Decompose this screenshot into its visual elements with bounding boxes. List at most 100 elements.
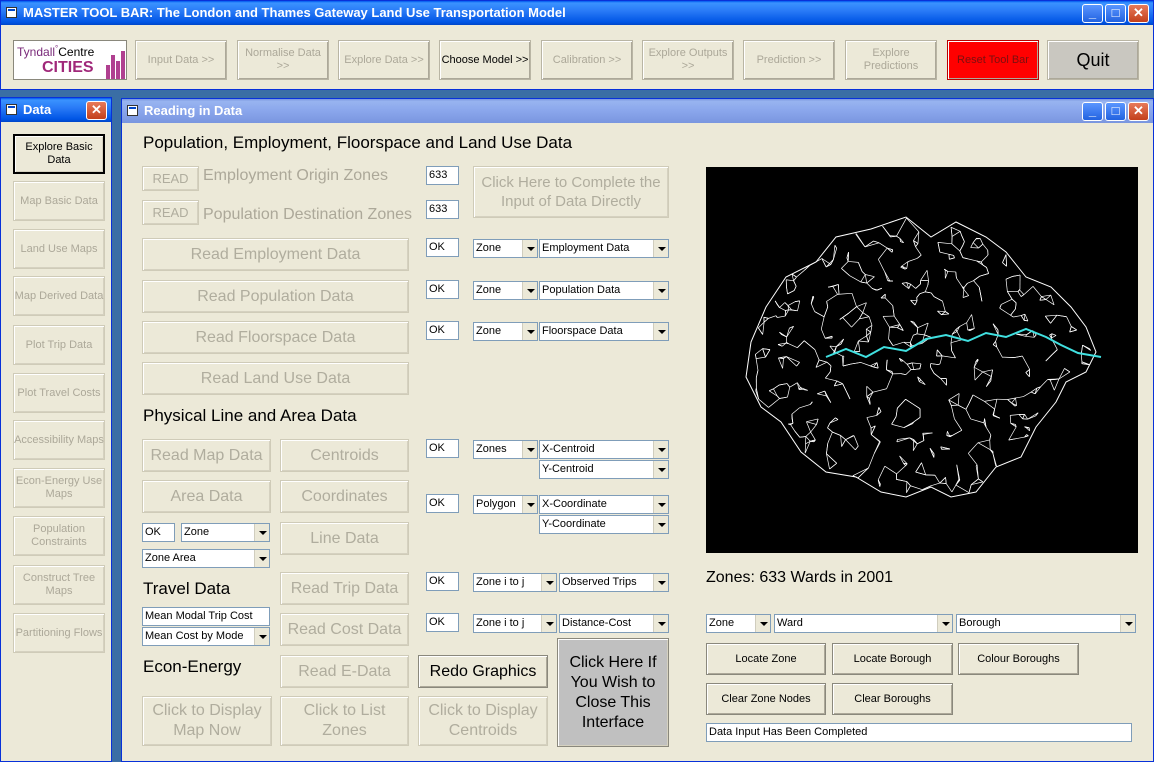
map-zone-select[interactable]: Zone (706, 614, 771, 633)
chevron-down-icon[interactable] (653, 496, 668, 513)
map-basic-data-button[interactable]: Map Basic Data (13, 181, 105, 221)
quit-button[interactable]: Quit (1047, 40, 1139, 80)
chevron-down-icon[interactable] (755, 615, 770, 632)
accessibility-maps-button[interactable]: Accessibility Maps (13, 420, 105, 460)
chevron-down-icon[interactable] (653, 574, 668, 591)
partitioning-flows-button[interactable]: Partitioning Flows (13, 613, 105, 653)
list-zones-button[interactable]: Click to List Zones (280, 696, 409, 746)
chevron-down-icon[interactable] (653, 282, 668, 299)
chevron-down-icon[interactable] (254, 628, 269, 645)
polygon-select[interactable]: Polygon (473, 495, 538, 514)
data-titlebar[interactable]: Data ✕ (1, 98, 111, 122)
area-data-button[interactable]: Area Data (142, 480, 271, 513)
cost-zone-ij-select[interactable]: Zone i to j (473, 614, 557, 633)
employment-data-select[interactable]: Employment Data (539, 239, 669, 258)
chevron-down-icon[interactable] (1120, 615, 1135, 632)
read-cost-data-button[interactable]: Read Cost Data (280, 613, 409, 646)
read-map-data-button[interactable]: Read Map Data (142, 439, 271, 472)
trip-ok-field[interactable]: OK (426, 572, 459, 591)
explore-outputs-button[interactable]: Explore Outputs >> (642, 40, 734, 80)
choose-model-button[interactable]: Choose Model >> (439, 40, 531, 80)
display-map-button[interactable]: Click to Display Map Now (142, 696, 272, 746)
population-zone-select[interactable]: Zone (473, 281, 538, 300)
toolbar-titlebar[interactable]: MASTER TOOL BAR: The London and Thames G… (1, 1, 1153, 25)
read-trip-data-button[interactable]: Read Trip Data (280, 572, 409, 605)
x-centroid-select[interactable]: X-Centroid (539, 440, 669, 459)
chevron-down-icon[interactable] (653, 461, 668, 478)
map-derived-data-button[interactable]: Map Derived Data (13, 276, 105, 316)
y-centroid-select[interactable]: Y-Centroid (539, 460, 669, 479)
map-borough-select[interactable]: Borough (956, 614, 1136, 633)
read-employment-zones-button[interactable]: READ (142, 166, 199, 191)
explore-predictions-button[interactable]: Explore Predictions (845, 40, 937, 80)
locate-borough-button[interactable]: Locate Borough (832, 643, 953, 675)
floorspace-zone-select[interactable]: Zone (473, 322, 538, 341)
y-coordinate-select[interactable]: Y-Coordinate (539, 515, 669, 534)
chevron-down-icon[interactable] (541, 574, 556, 591)
locate-zone-button[interactable]: Locate Zone (706, 643, 826, 675)
explore-data-button[interactable]: Explore Data >> (338, 40, 430, 80)
clear-boroughs-button[interactable]: Clear Boroughs (832, 683, 953, 715)
minimize-icon[interactable]: _ (1082, 102, 1103, 121)
plot-trip-data-button[interactable]: Plot Trip Data (13, 325, 105, 365)
reading-titlebar[interactable]: Reading in Data _ □ ✕ (122, 99, 1153, 123)
read-population-data-button[interactable]: Read Population Data (142, 280, 409, 313)
centroids-ok-field[interactable]: OK (426, 439, 459, 458)
chevron-down-icon[interactable] (653, 240, 668, 257)
colour-boroughs-button[interactable]: Colour Boroughs (958, 643, 1079, 675)
chevron-down-icon[interactable] (522, 282, 537, 299)
econ-energy-use-maps-button[interactable]: Econ-Energy Use Maps (13, 468, 105, 508)
coordinates-ok-field[interactable]: OK (426, 494, 459, 513)
read-land-use-data-button[interactable]: Read Land Use Data (142, 362, 409, 395)
employment-ok-field[interactable]: OK (426, 238, 459, 257)
ward-map-canvas[interactable] (706, 167, 1138, 553)
map-ward-select[interactable]: Ward (774, 614, 953, 633)
observed-trips-select[interactable]: Observed Trips (559, 573, 669, 592)
zone-area-select[interactable]: Zone Area (142, 549, 270, 568)
cost-ok-field[interactable]: OK (426, 613, 459, 632)
prediction-button[interactable]: Prediction >> (743, 40, 835, 80)
population-constraints-button[interactable]: Population Constraints (13, 516, 105, 556)
mean-cost-by-mode-select[interactable]: Mean Cost by Mode (142, 627, 270, 646)
chevron-down-icon[interactable] (653, 516, 668, 533)
close-interface-button[interactable]: Click Here If You Wish to Close This Int… (557, 638, 669, 747)
close-icon[interactable]: ✕ (86, 101, 107, 120)
maximize-icon[interactable]: □ (1105, 102, 1126, 121)
chevron-down-icon[interactable] (522, 441, 537, 458)
maximize-icon[interactable]: □ (1105, 4, 1126, 23)
chevron-down-icon[interactable] (522, 496, 537, 513)
area-ok-field[interactable]: OK (142, 523, 175, 542)
redo-graphics-button[interactable]: Redo Graphics (418, 655, 548, 688)
explore-basic-data-button[interactable]: Explore Basic Data (13, 134, 105, 174)
read-employment-data-button[interactable]: Read Employment Data (142, 238, 409, 271)
employment-zone-select[interactable]: Zone (473, 239, 538, 258)
calibration-button[interactable]: Calibration >> (541, 40, 633, 80)
trip-zone-ij-select[interactable]: Zone i to j (473, 573, 557, 592)
display-centroids-button[interactable]: Click to Display Centroids (418, 696, 548, 746)
chevron-down-icon[interactable] (541, 615, 556, 632)
chevron-down-icon[interactable] (653, 441, 668, 458)
mean-modal-trip-cost-field[interactable]: Mean Modal Trip Cost (142, 607, 270, 626)
chevron-down-icon[interactable] (522, 323, 537, 340)
chevron-down-icon[interactable] (653, 323, 668, 340)
centroids-zones-select[interactable]: Zones (473, 440, 538, 459)
normalise-data-button[interactable]: Normalise Data >> (237, 40, 329, 80)
chevron-down-icon[interactable] (937, 615, 952, 632)
area-zone-select[interactable]: Zone (181, 523, 270, 542)
close-icon[interactable]: ✕ (1128, 4, 1149, 23)
read-floorspace-data-button[interactable]: Read Floorspace Data (142, 321, 409, 354)
coordinates-button[interactable]: Coordinates (280, 480, 409, 513)
line-data-button[interactable]: Line Data (280, 522, 409, 555)
population-zones-count[interactable]: 633 (426, 200, 459, 219)
chevron-down-icon[interactable] (254, 524, 269, 541)
floorspace-ok-field[interactable]: OK (426, 321, 459, 340)
employment-zones-count[interactable]: 633 (426, 166, 459, 185)
clear-zone-nodes-button[interactable]: Clear Zone Nodes (706, 683, 826, 715)
chevron-down-icon[interactable] (653, 615, 668, 632)
reset-toolbar-button[interactable]: Reset Tool Bar (947, 40, 1039, 80)
complete-input-button[interactable]: Click Here to Complete the Input of Data… (473, 166, 669, 218)
population-data-select[interactable]: Population Data (539, 281, 669, 300)
chevron-down-icon[interactable] (522, 240, 537, 257)
plot-travel-costs-button[interactable]: Plot Travel Costs (13, 373, 105, 413)
read-population-zones-button[interactable]: READ (142, 200, 199, 225)
